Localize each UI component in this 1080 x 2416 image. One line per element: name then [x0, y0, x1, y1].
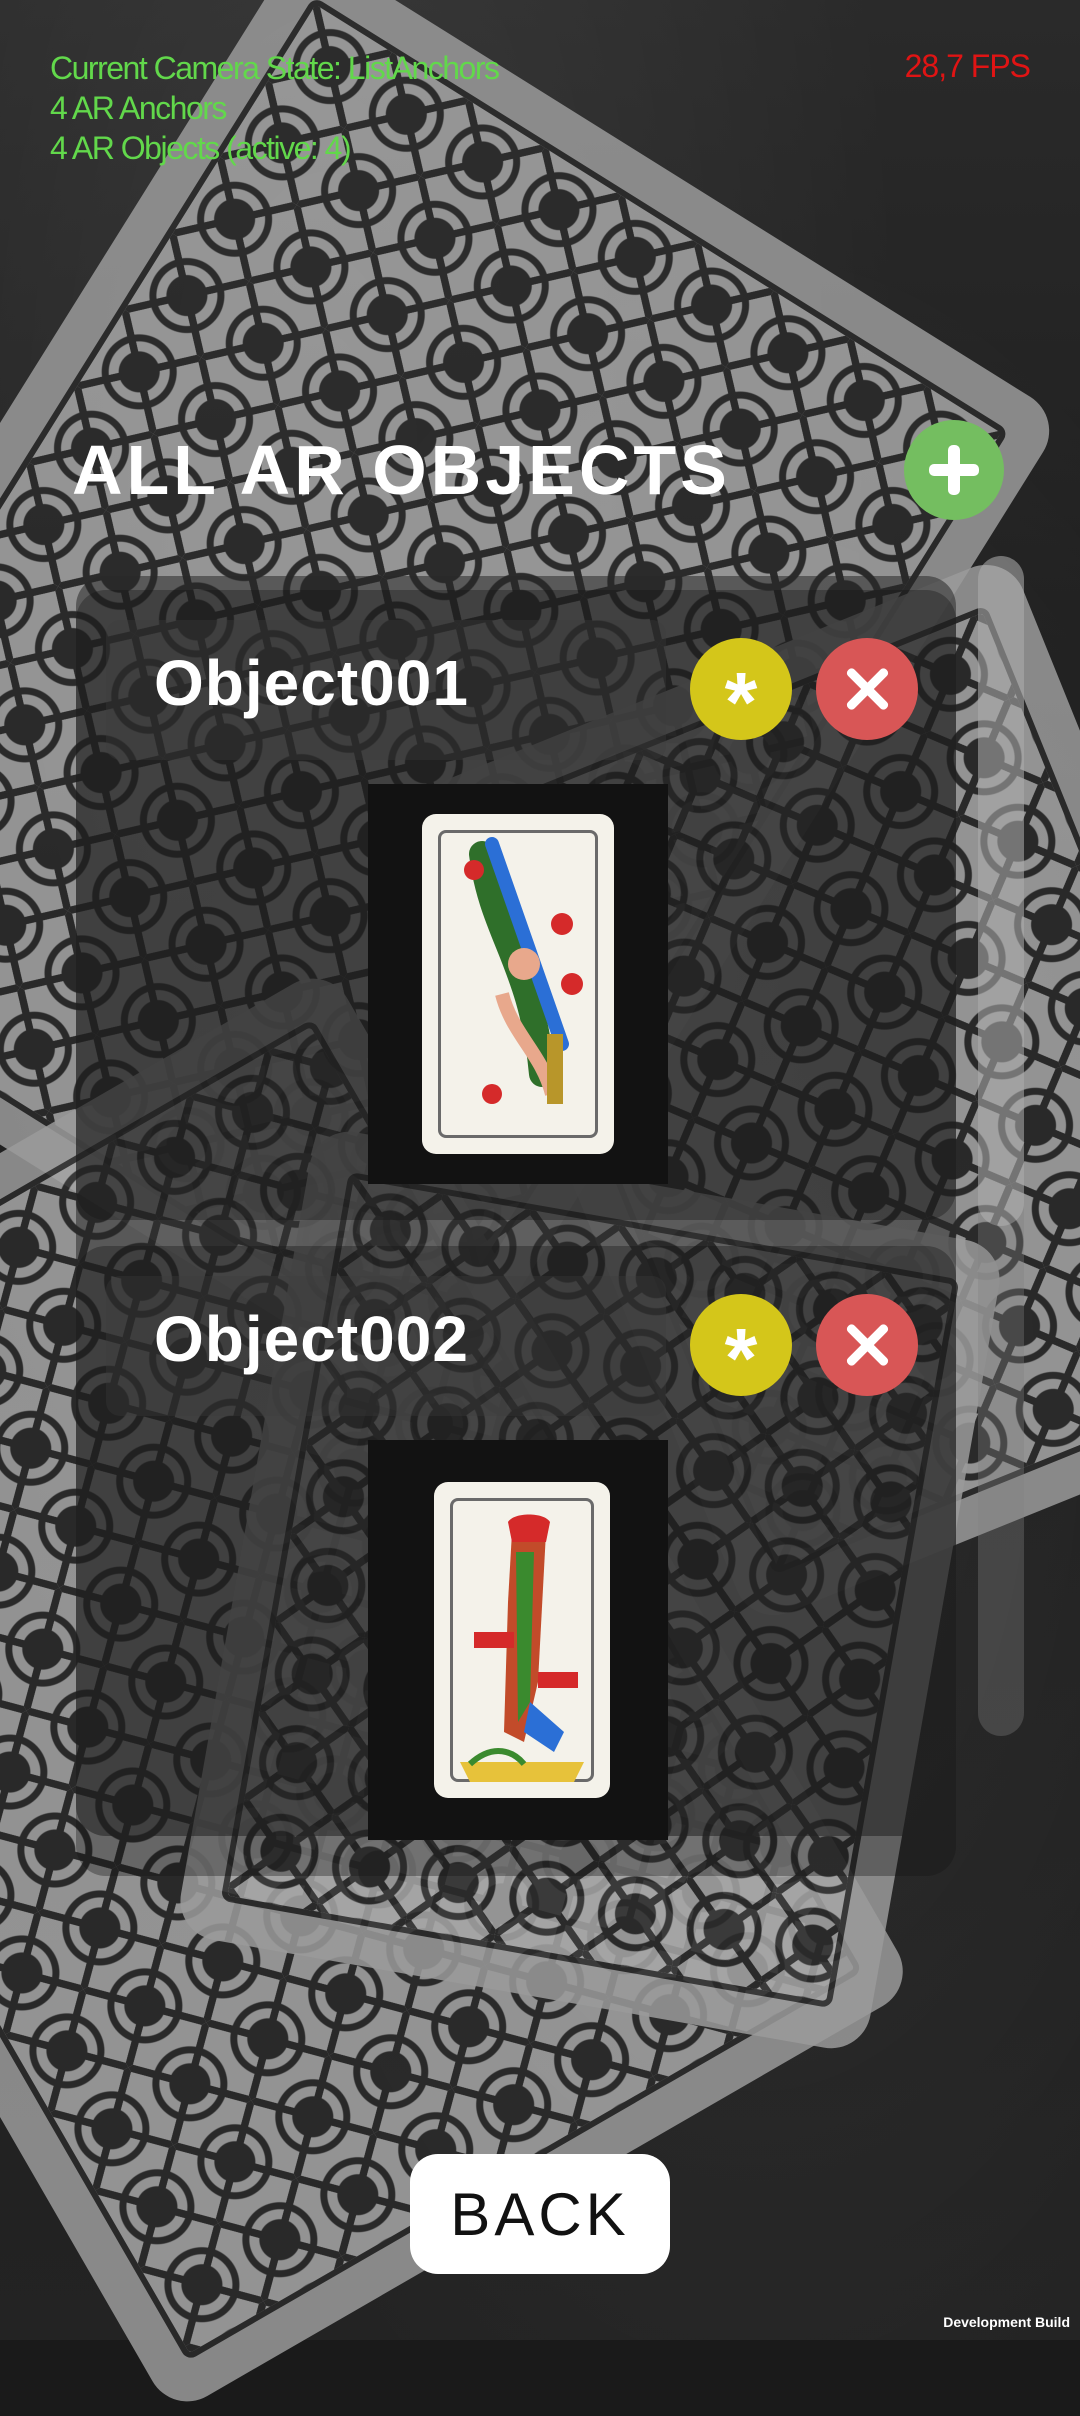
back-button[interactable]: BACK [410, 2154, 670, 2274]
favorite-button[interactable]: * [690, 1294, 792, 1400]
object-name: Object002 [154, 1303, 469, 1375]
add-object-button[interactable] [904, 420, 1004, 520]
list-scrollbar[interactable] [978, 556, 1024, 1736]
object-thumbnail [368, 1440, 668, 1840]
playing-card-image [422, 814, 614, 1154]
page-title: ALL AR OBJECTS [72, 431, 731, 509]
scrollbar-thumb[interactable] [978, 556, 1024, 1226]
development-build-label: Development Build [943, 2314, 1070, 2330]
fps-counter: 28,7 FPS [904, 48, 1031, 84]
hud-info: Current Camera State: ListAnchors 4 AR A… [50, 48, 500, 168]
object-name: Object001 [154, 647, 469, 719]
playing-card-image [434, 1482, 610, 1798]
object-item: Object001 * [76, 590, 956, 1220]
camera-state-text: Current Camera State: ListAnchors [50, 50, 500, 86]
close-icon [844, 666, 890, 712]
asterisk-icon: * [724, 655, 758, 749]
objects-count-text: 4 AR Objects (active: 4) [50, 130, 352, 166]
plus-icon [929, 445, 979, 495]
object-item: Object002 * [76, 1246, 956, 1876]
asterisk-icon: * [724, 1311, 758, 1405]
anchors-count-text: 4 AR Anchors [50, 90, 227, 126]
object-thumbnail [368, 784, 668, 1184]
favorite-button[interactable]: * [690, 638, 792, 744]
delete-button[interactable] [816, 638, 918, 740]
close-icon [844, 1322, 890, 1368]
delete-button[interactable] [816, 1294, 918, 1396]
